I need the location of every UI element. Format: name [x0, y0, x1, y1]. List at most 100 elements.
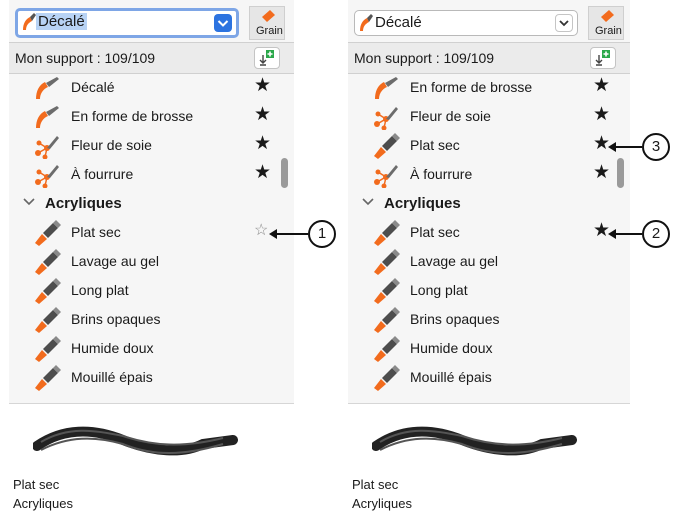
- acrylic-brush-icon: [372, 336, 400, 362]
- brush-preview: Plat sec Acryliques: [348, 403, 630, 514]
- brush-label: Plat sec: [410, 224, 460, 240]
- acrylic-brush-icon: [372, 278, 400, 304]
- preview-brush-name: Plat sec: [352, 477, 399, 492]
- brush-category-icon: [359, 14, 373, 37]
- brush-label: Fleur de soie: [410, 108, 491, 124]
- acrylic-brush-icon: [33, 336, 61, 362]
- brush-label: Plat sec: [410, 137, 460, 153]
- library-header: Mon support : 109/109: [9, 42, 294, 74]
- callout-marker: 3: [642, 133, 670, 161]
- brush-category-select[interactable]: Décalé: [15, 8, 239, 38]
- brush-list-item[interactable]: Lavage au gel: [9, 247, 294, 276]
- brush-list-item[interactable]: Plat sec ★: [348, 218, 630, 247]
- brush-label: Long plat: [410, 282, 468, 298]
- brush-list-item[interactable]: Long plat: [9, 276, 294, 305]
- brush-preview: Plat sec Acryliques: [9, 403, 294, 514]
- category-label: Acryliques: [45, 195, 122, 212]
- orange-brush-icon: [33, 104, 61, 130]
- chevron-down-icon[interactable]: [362, 195, 374, 210]
- brush-library-panel-before: Décalé Grain Mon support : 109/109 Décalé ★ E…: [9, 0, 294, 514]
- fiber-brush-icon: [33, 133, 61, 160]
- brush-label: Long plat: [71, 282, 129, 298]
- star-filled-icon[interactable]: ★: [593, 163, 610, 183]
- brush-list-item[interactable]: Mouillé épais: [9, 363, 294, 392]
- library-header: Mon support : 109/109: [348, 42, 630, 74]
- star-filled-icon[interactable]: ★: [254, 105, 271, 125]
- library-label: Mon support : 109/109: [15, 50, 156, 66]
- brush-list-item[interactable]: À fourrure ★: [9, 160, 294, 189]
- brush-list-item[interactable]: Long plat: [348, 276, 630, 305]
- scrollbar-thumb[interactable]: [281, 158, 288, 188]
- category-header[interactable]: Acryliques: [348, 190, 630, 218]
- acrylic-brush-icon: [372, 365, 400, 391]
- brush-label: Décalé: [71, 79, 115, 95]
- brush-label: Brins opaques: [71, 311, 161, 327]
- brush-label: Plat sec: [71, 224, 121, 240]
- scrollbar-thumb[interactable]: [617, 158, 624, 188]
- panel-toolbar: Décalé Grain: [348, 0, 630, 40]
- brush-label: En forme de brosse: [71, 108, 194, 124]
- chevron-down-icon[interactable]: [555, 14, 573, 32]
- brush-list-item[interactable]: En forme de brosse ★: [9, 102, 294, 131]
- brush-list-item[interactable]: Humide doux: [348, 334, 630, 363]
- callout-arrow: [269, 229, 308, 239]
- brush-list-item[interactable]: En forme de brosse ★: [348, 73, 630, 102]
- brush-list-item[interactable]: Plat sec ★: [348, 131, 630, 160]
- fiber-brush-icon: [372, 104, 400, 131]
- orange-brush-icon: [372, 75, 400, 101]
- brush-list-item[interactable]: Lavage au gel: [348, 247, 630, 276]
- import-brush-button[interactable]: [254, 47, 280, 69]
- star-filled-icon[interactable]: ★: [254, 163, 271, 183]
- brush-list-item[interactable]: Mouillé épais: [348, 363, 630, 392]
- callout-marker: 1: [308, 220, 336, 248]
- grain-button[interactable]: Grain: [249, 6, 285, 40]
- acrylic-brush-icon: [33, 365, 61, 391]
- grain-button[interactable]: Grain: [588, 6, 624, 40]
- import-icon: [259, 50, 274, 66]
- grain-label: Grain: [256, 25, 283, 37]
- brush-category-select[interactable]: Décalé: [354, 10, 578, 36]
- brush-list-item[interactable]: Humide doux: [9, 334, 294, 363]
- brush-list: En forme de brosse ★ Fleur de soie ★ Plat se…: [348, 73, 630, 401]
- brush-label: À fourrure: [71, 166, 134, 182]
- preview-brush-name: Plat sec: [13, 477, 60, 492]
- star-filled-icon[interactable]: ★: [593, 105, 610, 125]
- brush-label: Brins opaques: [410, 311, 500, 327]
- fiber-brush-icon: [33, 162, 61, 189]
- chevron-down-icon[interactable]: [23, 195, 35, 210]
- brush-list-item[interactable]: Décalé ★: [9, 73, 294, 102]
- library-label: Mon support : 109/109: [354, 50, 495, 66]
- brush-label: Humide doux: [410, 340, 493, 356]
- import-brush-button[interactable]: [590, 47, 616, 69]
- brush-label: Mouillé épais: [410, 369, 492, 385]
- acrylic-brush-icon: [33, 220, 61, 246]
- panel-toolbar: Décalé Grain: [9, 0, 294, 40]
- acrylic-brush-icon: [33, 249, 61, 275]
- brush-list-item[interactable]: Brins opaques: [9, 305, 294, 334]
- acrylic-brush-icon: [372, 249, 400, 275]
- star-filled-icon[interactable]: ★: [593, 76, 610, 96]
- brush-list-item[interactable]: Brins opaques: [348, 305, 630, 334]
- brush-category-value: Décalé: [36, 13, 87, 30]
- category-header[interactable]: Acryliques: [9, 190, 294, 218]
- brush-label: Lavage au gel: [71, 253, 159, 269]
- brush-category-value: Décalé: [375, 14, 422, 31]
- star-filled-icon[interactable]: ★: [254, 134, 271, 154]
- callout-arrow: [608, 142, 642, 152]
- acrylic-brush-icon: [33, 307, 61, 333]
- brush-list-item[interactable]: Fleur de soie ★: [9, 131, 294, 160]
- brush-label: En forme de brosse: [410, 79, 533, 95]
- star-outline-icon[interactable]: ☆: [254, 221, 268, 241]
- brush-list-item[interactable]: Plat sec ☆: [9, 218, 294, 247]
- star-filled-icon[interactable]: ★: [254, 76, 271, 96]
- chevron-down-icon[interactable]: [214, 14, 232, 32]
- brush-stroke-preview: [33, 426, 238, 456]
- callout-marker: 2: [642, 220, 670, 248]
- brush-list-item[interactable]: Fleur de soie ★: [348, 102, 630, 131]
- category-label: Acryliques: [384, 195, 461, 212]
- brush-label: Fleur de soie: [71, 137, 152, 153]
- brush-list-item[interactable]: À fourrure ★: [348, 160, 630, 189]
- brush-label: À fourrure: [410, 166, 473, 182]
- brush-category-icon: [22, 13, 36, 36]
- fiber-brush-icon: [372, 162, 400, 189]
